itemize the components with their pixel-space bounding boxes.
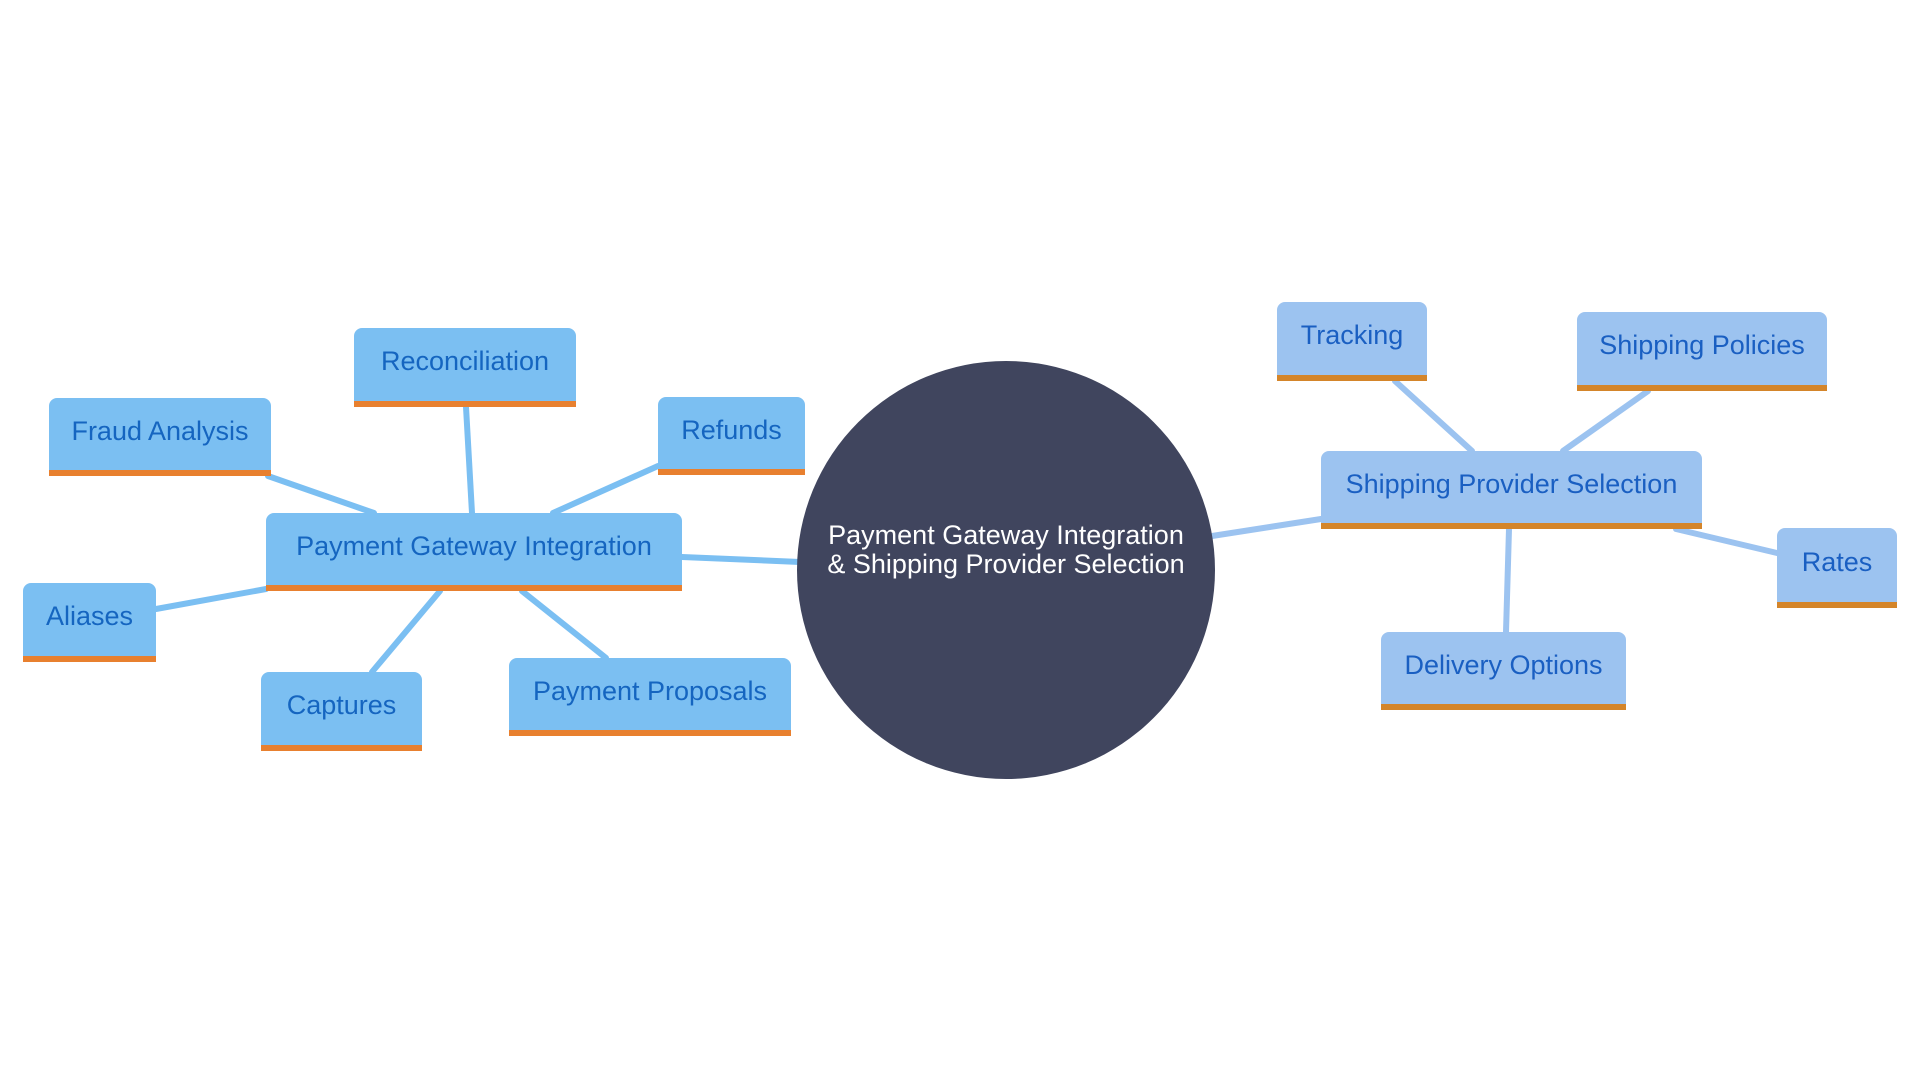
node-captures[interactable]: Captures [261,672,422,751]
node-label: Reconciliation [380,346,550,376]
node-label: Shipping Provider Selection [1345,468,1678,499]
edge-root-payment [679,554,803,565]
edge-payment-fraud [265,473,377,516]
edge-payment-refunds [550,463,661,516]
node-shipping-policies[interactable]: Shipping Policies [1577,312,1827,391]
edge-payment-captures [369,588,443,675]
root-label: Payment Gateway Integration & Shipping P… [827,521,1184,579]
edge-shipping-tracking [1392,378,1475,454]
edge-shipping-policies [1560,388,1651,454]
node-label: Tracking [1300,320,1404,350]
root-label-line2: & Shipping Provider Selection [827,549,1185,579]
root-node[interactable]: Payment Gateway Integration & Shipping P… [797,361,1215,779]
node-label: Fraud Analysis [71,415,249,446]
node-reconciliation[interactable]: Reconciliation [354,328,576,407]
node-payment-gateway-integration[interactable]: Payment Gateway Integration [266,513,682,591]
node-shipping-provider-selection[interactable]: Shipping Provider Selection [1321,451,1702,529]
node-fraud-analysis[interactable]: Fraud Analysis [49,398,271,476]
node-refunds[interactable]: Refunds [658,397,805,475]
node-tracking[interactable]: Tracking [1277,302,1427,381]
node-aliases[interactable]: Aliases [23,583,156,662]
node-payment-proposals[interactable]: Payment Proposals [509,658,791,736]
edge-payment-proposals [519,588,609,661]
edge-payment-reconciliation [463,404,475,516]
node-label: Payment Proposals [532,675,768,706]
edge-root-shipping [1209,516,1324,539]
root-label-line1: Payment Gateway Integration [828,520,1184,550]
node-delivery-options[interactable]: Delivery Options [1381,632,1626,710]
edge-shipping-rates [1673,526,1780,556]
node-label: Delivery Options [1404,649,1603,680]
node-label: Shipping Policies [1599,330,1805,360]
edge-shipping-delivery [1503,526,1512,635]
node-label: Payment Gateway Integration [296,530,652,561]
node-label: Rates [1801,546,1873,577]
node-rates[interactable]: Rates [1777,528,1897,608]
node-label: Aliases [45,601,134,631]
node-label: Captures [286,690,397,720]
node-label: Refunds [681,414,782,445]
edge-payment-aliases [153,586,269,612]
